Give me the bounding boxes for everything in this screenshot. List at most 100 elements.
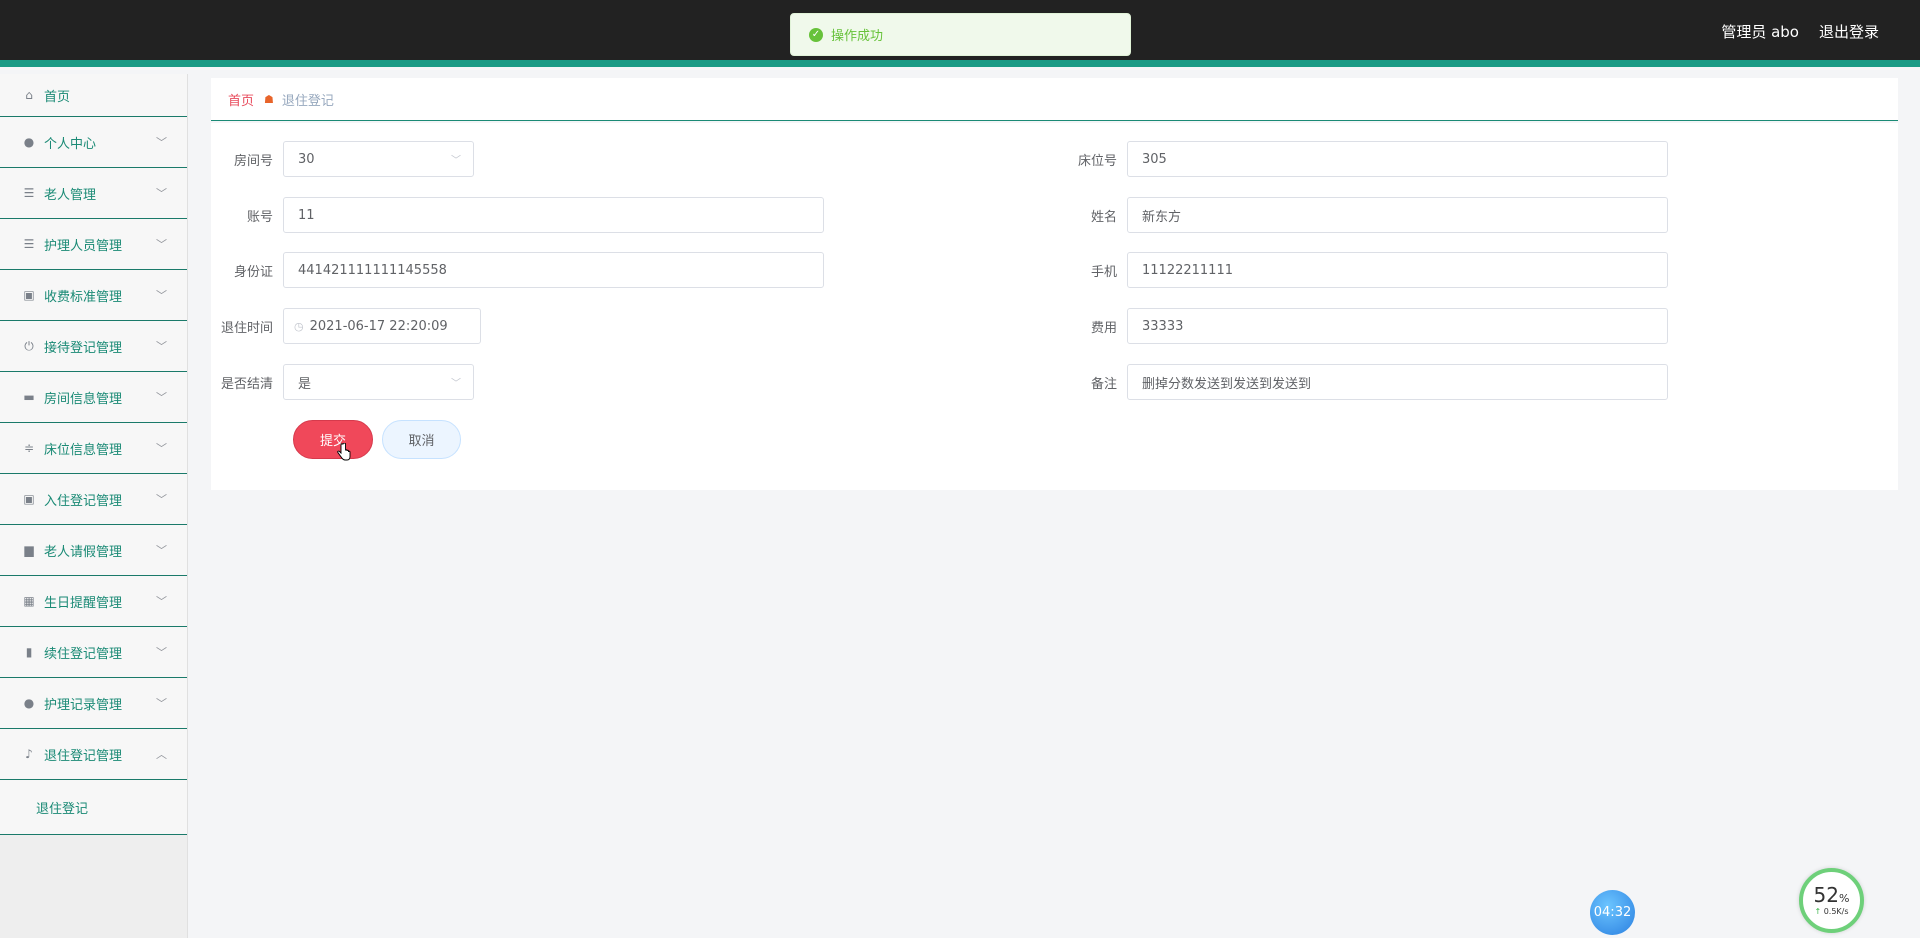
- upload-arrow-icon: ↑: [1814, 907, 1822, 916]
- sidebar-item-home[interactable]: ⌂ 首页: [0, 74, 187, 117]
- account-field[interactable]: 11: [283, 197, 824, 233]
- sidebar-item-rooms[interactable]: ▬ 房间信息管理 ﹀: [0, 372, 187, 423]
- sidebar-item-birthday[interactable]: ▦ 生日提醒管理 ﹀: [0, 576, 187, 627]
- note-field[interactable]: 删掉分数发送到发送到发送到: [1127, 364, 1668, 400]
- breadcrumb-separator-icon: ☗: [264, 92, 274, 106]
- cancel-button[interactable]: 取消: [382, 420, 461, 459]
- submenu-item-checkout[interactable]: 退住登记: [0, 780, 187, 835]
- room-value: 30: [298, 151, 315, 167]
- idcard-label: 身份证: [233, 264, 273, 280]
- chevron-down-icon: ﹀: [156, 238, 167, 251]
- breadcrumb-current: 退住登记: [281, 93, 334, 109]
- bed-value: 305: [1142, 151, 1167, 167]
- fee-label: 费用: [1090, 320, 1117, 336]
- phone-field[interactable]: 11122211111: [1127, 252, 1668, 288]
- bed-row: 床位号 305: [1045, 141, 1668, 177]
- sidebar-item-extend[interactable]: ▮ 续住登记管理 ﹀: [0, 627, 187, 678]
- sidebar-item-label: 床位信息管理: [44, 442, 123, 458]
- sidebar-item-label: 退住登记管理: [44, 748, 123, 764]
- chevron-down-icon: ﹀: [451, 378, 461, 390]
- fee-field[interactable]: 33333: [1127, 308, 1668, 344]
- sidebar-item-label: 生日提醒管理: [44, 595, 123, 611]
- sidebar-item-reception[interactable]: ⏻ 接待登记管理 ﹀: [0, 321, 187, 372]
- chevron-down-icon: ﹀: [156, 544, 167, 557]
- checkout-time-label: 退住时间: [220, 320, 273, 336]
- admin-username: 管理员 abo: [1721, 23, 1799, 41]
- checkout-time-value: 2021-06-17 22:20:09: [309, 318, 448, 334]
- idcard-value: 441421111111145558: [298, 262, 447, 278]
- phone-row: 手机 11122211111: [1045, 252, 1668, 288]
- fee-row: 费用 33333: [1045, 308, 1668, 344]
- gauge-percent-value: 52: [1813, 883, 1839, 907]
- phone-label: 手机: [1090, 264, 1117, 280]
- chevron-up-icon: ︿: [156, 748, 167, 761]
- sidebar-item-beds[interactable]: ≑ 床位信息管理 ﹀: [0, 423, 187, 474]
- bed-field[interactable]: 305: [1127, 141, 1668, 177]
- chevron-down-icon: ﹀: [156, 136, 167, 149]
- timer-badge[interactable]: 04:32: [1590, 890, 1635, 935]
- chevron-down-icon: ﹀: [156, 493, 167, 506]
- microphone-icon: ♪: [25, 747, 33, 761]
- sidebar-item-elderly[interactable]: ☰ 老人管理 ﹀: [0, 168, 187, 219]
- clipboard-icon: ▣: [23, 492, 35, 506]
- sidebar-item-label: 入住登记管理: [44, 493, 123, 509]
- bed-label: 床位号: [1077, 153, 1117, 169]
- account-row: 账号 11: [211, 197, 824, 233]
- chevron-down-icon: ﹀: [156, 595, 167, 608]
- idcard-field[interactable]: 441421111111145558: [283, 252, 824, 288]
- room-label: 房间号: [233, 153, 273, 169]
- gauge-percent: 52%: [1814, 885, 1850, 905]
- chevron-down-icon: ﹀: [156, 646, 167, 659]
- sidebar-item-leave[interactable]: ▆ 老人请假管理 ﹀: [0, 525, 187, 576]
- grid-icon: ▦: [23, 594, 35, 608]
- sidebar-item-label: 老人请假管理: [44, 544, 123, 560]
- name-row: 姓名 新东方: [1045, 197, 1668, 233]
- name-field[interactable]: 新东方: [1127, 197, 1668, 233]
- breadcrumb-home[interactable]: 首页: [228, 90, 254, 109]
- sidebar-item-label: 护理记录管理: [44, 697, 123, 713]
- home-icon: ⌂: [25, 88, 33, 102]
- phone-value: 11122211111: [1142, 262, 1233, 278]
- printer-icon: ▆: [24, 543, 34, 557]
- sidebar-item-profile[interactable]: ● 个人中心 ﹀: [0, 117, 187, 168]
- sidebar-item-label: 接待登记管理: [44, 340, 123, 356]
- chevron-down-icon: ﹀: [156, 391, 167, 404]
- checkout-time-picker[interactable]: ◷ 2021-06-17 22:20:09: [283, 308, 481, 344]
- form-panel: [211, 123, 1898, 490]
- bar-chart-icon: ▮: [25, 645, 33, 659]
- user-icon: ●: [23, 696, 35, 710]
- sidebar-item-fees[interactable]: ▣ 收费标准管理 ﹀: [0, 270, 187, 321]
- sidebar: ⌂ 首页 ● 个人中心 ﹀ ☰ 老人管理 ﹀ ☰ 护理人员管理 ﹀ ▣ 收费标准…: [0, 74, 188, 938]
- chevron-down-icon: ﹀: [156, 442, 167, 455]
- sliders-icon: ≑: [23, 441, 35, 455]
- room-row: 房间号 30 ﹀: [211, 141, 474, 177]
- chevron-down-icon: ﹀: [156, 187, 167, 200]
- sidebar-item-label: 房间信息管理: [44, 391, 123, 407]
- hand-cursor-icon: [337, 443, 351, 461]
- network-speed-gauge[interactable]: 52% ↑ 0.5K/s: [1799, 868, 1864, 933]
- settled-value: 是: [298, 376, 312, 392]
- settled-label: 是否结清: [220, 376, 273, 392]
- sidebar-item-checkout[interactable]: ♪ 退住登记管理 ︿: [0, 729, 187, 780]
- monitor-icon: ▬: [23, 390, 35, 404]
- sidebar-item-checkin[interactable]: ▣ 入住登记管理 ﹀: [0, 474, 187, 525]
- power-icon: ⏻: [24, 338, 34, 353]
- settled-row: 是否结清 是 ﹀: [211, 364, 474, 400]
- success-icon: ✓: [809, 27, 823, 42]
- sidebar-item-caregivers[interactable]: ☰ 护理人员管理 ﹀: [0, 219, 187, 270]
- idcard-row: 身份证 441421111111145558: [211, 252, 824, 288]
- account-value: 11: [298, 207, 315, 223]
- checkout-time-row: 退住时间 ◷ 2021-06-17 22:20:09: [211, 308, 481, 344]
- list-icon: ☰: [23, 237, 35, 251]
- sidebar-item-label: 续住登记管理: [44, 646, 123, 662]
- sidebar-item-label: 老人管理: [44, 187, 97, 203]
- sidebar-item-care-records[interactable]: ● 护理记录管理 ﹀: [0, 678, 187, 729]
- chevron-down-icon: ﹀: [156, 289, 167, 302]
- sidebar-item-label: 个人中心: [44, 136, 97, 152]
- note-row: 备注 删掉分数发送到发送到发送到: [1045, 364, 1668, 400]
- chevron-down-icon: ﹀: [451, 155, 461, 167]
- room-select[interactable]: 30 ﹀: [283, 141, 474, 177]
- logout-link[interactable]: 退出登录: [1819, 21, 1879, 42]
- submit-button[interactable]: 提交: [293, 420, 373, 459]
- settled-select[interactable]: 是 ﹀: [283, 364, 474, 400]
